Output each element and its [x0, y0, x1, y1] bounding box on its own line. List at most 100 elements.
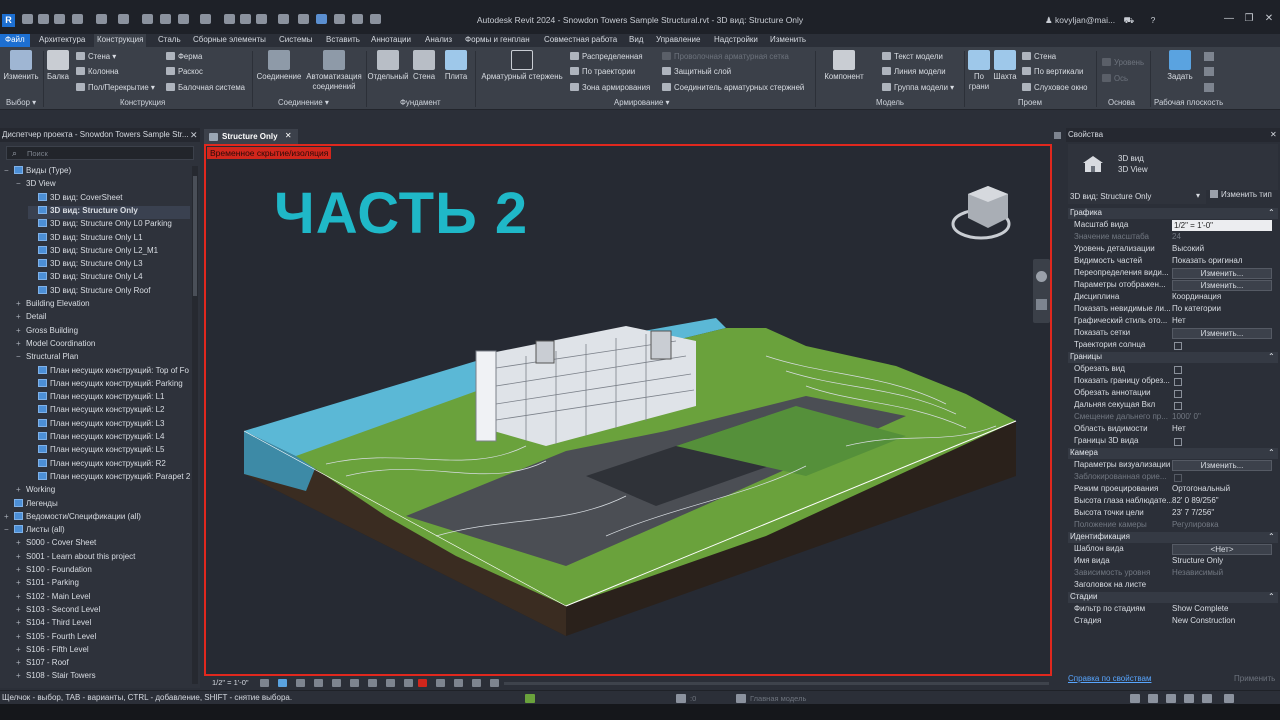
edit-type-button[interactable]: Изменить тип: [1210, 190, 1272, 199]
design-options-icon[interactable]: [736, 694, 746, 703]
tree-node[interactable]: − Виды (Type): [4, 166, 190, 179]
tree-node[interactable]: 3D вид: Structure Only: [28, 206, 190, 219]
tree-node[interactable]: + S100 - Foundation: [16, 565, 190, 578]
property-checkbox[interactable]: [1174, 378, 1182, 386]
column-button[interactable]: Колонна: [76, 67, 119, 76]
fabric-area-button[interactable]: Зона армирования: [570, 83, 650, 92]
wall-foundation-button[interactable]: Стена: [410, 50, 438, 82]
properties-section[interactable]: Стадии ⌃: [1068, 592, 1278, 603]
property-value[interactable]: Structure Only: [1172, 556, 1223, 565]
maximize-button[interactable]: ❐: [1243, 14, 1255, 25]
tab-systems[interactable]: Системы: [279, 35, 313, 44]
type-selector[interactable]: 3D вид 3D View: [1068, 144, 1278, 190]
beam-system-button[interactable]: Балочная система: [166, 83, 245, 92]
tab-analyze[interactable]: Анализ: [425, 35, 452, 44]
tree-node[interactable]: 3D вид: Structure Only Roof: [28, 286, 190, 299]
tree-node[interactable]: + Working: [16, 485, 190, 498]
tree-node[interactable]: План несущих конструкций: L4: [28, 432, 190, 445]
property-value[interactable]: По категории: [1172, 304, 1221, 313]
tree-node[interactable]: + Gross Building: [16, 326, 190, 339]
brace-button[interactable]: Раскос: [166, 67, 203, 76]
property-value[interactable]: Нет: [1172, 424, 1186, 433]
tree-node[interactable]: План несущих конструкций: L3: [28, 419, 190, 432]
truss-button[interactable]: Ферма: [166, 52, 202, 61]
tree-node[interactable]: План несущих конструкций: L2: [28, 405, 190, 418]
tree-node[interactable]: + Detail: [16, 312, 190, 325]
property-input[interactable]: 1/2" = 1'-0": [1172, 220, 1272, 231]
expand-icon[interactable]: +: [16, 565, 26, 574]
path-rebar-button[interactable]: По траектории: [570, 67, 635, 76]
view-tab-options-icon[interactable]: [1054, 132, 1061, 139]
tree-node[interactable]: − Листы (all): [4, 525, 190, 538]
model-line-button[interactable]: Линия модели: [882, 67, 946, 76]
fabric-sheet-button[interactable]: Проволочная арматурная сетка: [662, 52, 789, 61]
slab-button[interactable]: Плита: [442, 50, 470, 82]
property-edit-button[interactable]: Изменить...: [1172, 460, 1272, 471]
tree-node[interactable]: Легенды: [4, 499, 190, 512]
property-value[interactable]: Нет: [1172, 316, 1186, 325]
property-value[interactable]: 82' 0 89/256": [1172, 496, 1219, 505]
tree-node[interactable]: + S101 - Parking: [16, 578, 190, 591]
cart-icon[interactable]: ⛟: [1124, 15, 1135, 25]
wall-button[interactable]: Стена ▾: [76, 52, 116, 61]
steering-wheel-icon[interactable]: [1036, 271, 1047, 282]
tree-node[interactable]: План несущих конструкций: R2: [28, 459, 190, 472]
select-pinned-icon[interactable]: [1166, 694, 1176, 703]
tab-architecture[interactable]: Архитектура: [39, 35, 85, 44]
reveal-hidden-icon[interactable]: [436, 679, 445, 687]
property-checkbox[interactable]: [1174, 390, 1182, 398]
property-edit-button[interactable]: <Нет>: [1172, 544, 1272, 555]
expand-icon[interactable]: +: [16, 339, 26, 348]
area-rebar-button[interactable]: Распределенная: [570, 52, 643, 61]
property-value[interactable]: Показать оригинал: [1172, 256, 1243, 265]
sun-path-icon[interactable]: [296, 679, 305, 687]
collapse-section-icon[interactable]: ⌃: [1268, 448, 1275, 457]
tree-node[interactable]: + S102 - Main Level: [16, 592, 190, 605]
rebar-button[interactable]: Арматурный стержень: [477, 50, 567, 82]
collapse-section-icon[interactable]: ⌃: [1268, 352, 1275, 361]
modify-button[interactable]: Изменить: [2, 50, 40, 82]
tab-annotate[interactable]: Аннотации: [371, 35, 411, 44]
expand-icon[interactable]: +: [16, 671, 26, 680]
tree-node[interactable]: План несущих конструкций: Parapet 2: [28, 472, 190, 485]
grid-button[interactable]: Ось: [1102, 74, 1128, 83]
expand-icon[interactable]: +: [16, 592, 26, 601]
expand-icon[interactable]: +: [16, 632, 26, 641]
set-workplane-button[interactable]: Задать: [1160, 50, 1200, 82]
tree-node[interactable]: 3D вид: Structure Only L4: [28, 272, 190, 285]
tree-node[interactable]: План несущих конструкций: L5: [28, 445, 190, 458]
expand-icon[interactable]: +: [16, 645, 26, 654]
tree-node[interactable]: 3D вид: Structure Only L0 Parking: [28, 219, 190, 232]
model-text-button[interactable]: Текст модели: [882, 52, 943, 61]
property-edit-button[interactable]: Изменить...: [1172, 268, 1272, 279]
floor-button[interactable]: Пол/Перекрытие ▾: [76, 83, 155, 92]
tree-node[interactable]: + Ведомости/Спецификации (all): [4, 512, 190, 525]
expand-icon[interactable]: +: [16, 658, 26, 667]
tab-steel[interactable]: Сталь: [158, 35, 181, 44]
select-links-icon[interactable]: [1130, 694, 1140, 703]
expand-icon[interactable]: +: [16, 312, 26, 321]
group-label-reinforcement[interactable]: Армирование ▾: [614, 98, 669, 107]
tab-manage[interactable]: Управление: [656, 35, 700, 44]
tree-node[interactable]: + S105 - Fourth Level: [16, 632, 190, 645]
property-value[interactable]: Координация: [1172, 292, 1221, 301]
model-group-button[interactable]: Группа модели ▾: [882, 83, 954, 92]
worksets-icon[interactable]: [525, 694, 535, 703]
tab-modify[interactable]: Изменить: [770, 35, 806, 44]
collapse-section-icon[interactable]: ⌃: [1268, 532, 1275, 541]
property-checkbox[interactable]: [1174, 438, 1182, 446]
browser-close-icon[interactable]: ✕: [190, 130, 198, 141]
select-by-face-icon[interactable]: [1184, 694, 1194, 703]
expand-icon[interactable]: +: [16, 326, 26, 335]
tree-node[interactable]: + S104 - Third Level: [16, 618, 190, 631]
select-underlay-icon[interactable]: [1148, 694, 1158, 703]
shaft-button[interactable]: Шахта: [992, 50, 1018, 82]
properties-section[interactable]: Границы ⌃: [1068, 352, 1278, 363]
horizontal-scrollbar[interactable]: [504, 682, 1049, 685]
expand-icon[interactable]: +: [16, 299, 26, 308]
tab-addins[interactable]: Надстройки: [714, 35, 758, 44]
dormer-button[interactable]: Слуховое окно: [1022, 83, 1088, 92]
tab-massing[interactable]: Формы и генплан: [465, 35, 530, 44]
tree-node[interactable]: −3D View: [16, 179, 190, 192]
tree-node[interactable]: + S000 - Cover Sheet: [16, 538, 190, 551]
